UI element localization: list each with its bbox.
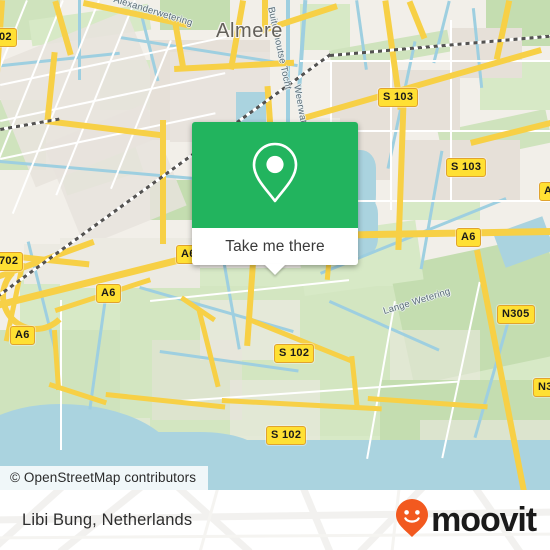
callout-icon-area bbox=[192, 122, 358, 228]
city-label-almere: Almere bbox=[216, 20, 283, 42]
moovit-logo[interactable]: moovit bbox=[395, 498, 537, 543]
road-shield: A6 bbox=[96, 284, 121, 303]
road-shield: 702 bbox=[0, 252, 24, 271]
take-me-there-label: Take me there bbox=[225, 237, 325, 255]
osm-attribution[interactable]: © OpenStreetMap contributors bbox=[0, 466, 209, 490]
road-shield: A6 bbox=[10, 326, 35, 345]
road-shield: S 103 bbox=[378, 88, 419, 107]
map-canvas[interactable]: Alexanderwetering Lange Wetering Buitenh… bbox=[0, 0, 550, 490]
road-shield: A6 bbox=[539, 182, 550, 201]
callout-tail bbox=[264, 264, 286, 275]
road-shield: S 102 bbox=[274, 344, 315, 363]
road-shield: A6 bbox=[456, 228, 481, 247]
footer-content: Libi Bung, Netherlands moovit bbox=[0, 490, 550, 550]
road-shield: N3 bbox=[533, 378, 550, 397]
take-me-there-callout[interactable]: Take me there bbox=[192, 122, 358, 275]
place-name: Libi Bung, Netherlands bbox=[22, 510, 193, 529]
moovit-pin-icon bbox=[395, 498, 429, 543]
footer-bar: Libi Bung, Netherlands moovit bbox=[0, 490, 550, 550]
road-shield: S 102 bbox=[266, 426, 307, 445]
road-shield: S 103 bbox=[446, 158, 487, 177]
callout-action-bar[interactable]: Take me there bbox=[192, 228, 358, 275]
map-pin-icon bbox=[248, 140, 302, 211]
road-shield: 02 bbox=[0, 28, 17, 47]
road-shield: N305 bbox=[497, 305, 535, 324]
moovit-map-screen: Alexanderwetering Lange Wetering Buitenh… bbox=[0, 0, 550, 550]
moovit-wordmark: moovit bbox=[431, 501, 537, 539]
